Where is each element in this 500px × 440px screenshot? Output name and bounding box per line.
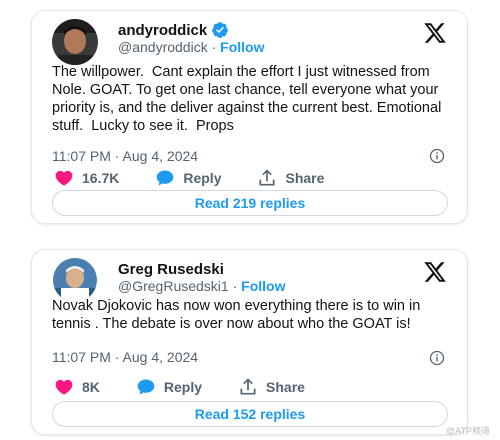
separator-dot: · — [232, 278, 238, 294]
share-icon — [259, 169, 275, 186]
tweet-text: Novak Djokovic has now won everything th… — [52, 298, 425, 332]
reply-label: Reply — [163, 379, 203, 395]
timestamp[interactable]: 11:07 PM · Aug 4, 2024 — [52, 148, 198, 164]
like-count: 16.7K — [82, 170, 120, 186]
tweet-text: The willpower. Cant explain the effort I… — [52, 64, 446, 134]
action-bar: 16.7K Reply Share — [54, 168, 360, 188]
reply-bubble-icon — [157, 170, 174, 186]
display-name-text[interactable]: andyroddick — [118, 22, 207, 39]
like-count: 8K — [82, 379, 100, 395]
like-button[interactable]: 16.7K — [54, 168, 119, 188]
share-button[interactable]: Share — [257, 168, 324, 188]
timestamp[interactable]: 11:07 PM · Aug 4, 2024 — [52, 349, 198, 365]
reply-button[interactable]: Reply — [136, 377, 202, 397]
verified-badge-icon — [212, 22, 229, 38]
heart-icon — [55, 379, 73, 395]
x-logo-icon[interactable] — [423, 21, 447, 45]
display-name[interactable]: Greg Rusedski — [118, 261, 224, 278]
handle[interactable]: @GregRusedski1 — [118, 278, 229, 294]
info-icon[interactable] — [429, 148, 445, 164]
read-replies-button[interactable]: Read 152 replies — [52, 401, 448, 427]
handle[interactable]: @andyroddick — [118, 39, 208, 55]
watermark: @ATP频道 — [446, 426, 490, 436]
avatar[interactable] — [53, 258, 97, 302]
tweet-card[interactable]: Greg Rusedski @GregRusedski1 · Follow No… — [31, 249, 468, 435]
display-name[interactable]: andyroddick — [118, 21, 229, 39]
reply-button[interactable]: Reply — [155, 168, 221, 188]
share-icon — [240, 378, 256, 395]
share-label: Share — [266, 379, 305, 395]
action-bar: 8K Reply Share — [54, 377, 341, 397]
follow-link[interactable]: Follow — [220, 39, 264, 55]
handle-row: @GregRusedski1 · Follow — [118, 278, 285, 294]
read-replies-button[interactable]: Read 219 replies — [52, 190, 448, 216]
x-logo-icon[interactable] — [423, 260, 447, 284]
separator-dot: · — [211, 39, 217, 55]
info-icon[interactable] — [429, 350, 445, 366]
reply-label: Reply — [183, 170, 222, 186]
avatar[interactable] — [52, 19, 98, 65]
share-button[interactable]: Share — [238, 377, 305, 397]
like-button[interactable]: 8K — [54, 377, 100, 397]
handle-row: @andyroddick · Follow — [118, 39, 264, 55]
display-name-text[interactable]: Greg Rusedski — [118, 261, 224, 278]
reply-bubble-icon — [137, 379, 155, 395]
follow-link[interactable]: Follow — [241, 278, 285, 294]
share-label: Share — [285, 170, 325, 186]
heart-icon — [55, 170, 73, 186]
tweet-card[interactable]: andyroddick @andyroddick · Follow The wi… — [31, 10, 468, 224]
